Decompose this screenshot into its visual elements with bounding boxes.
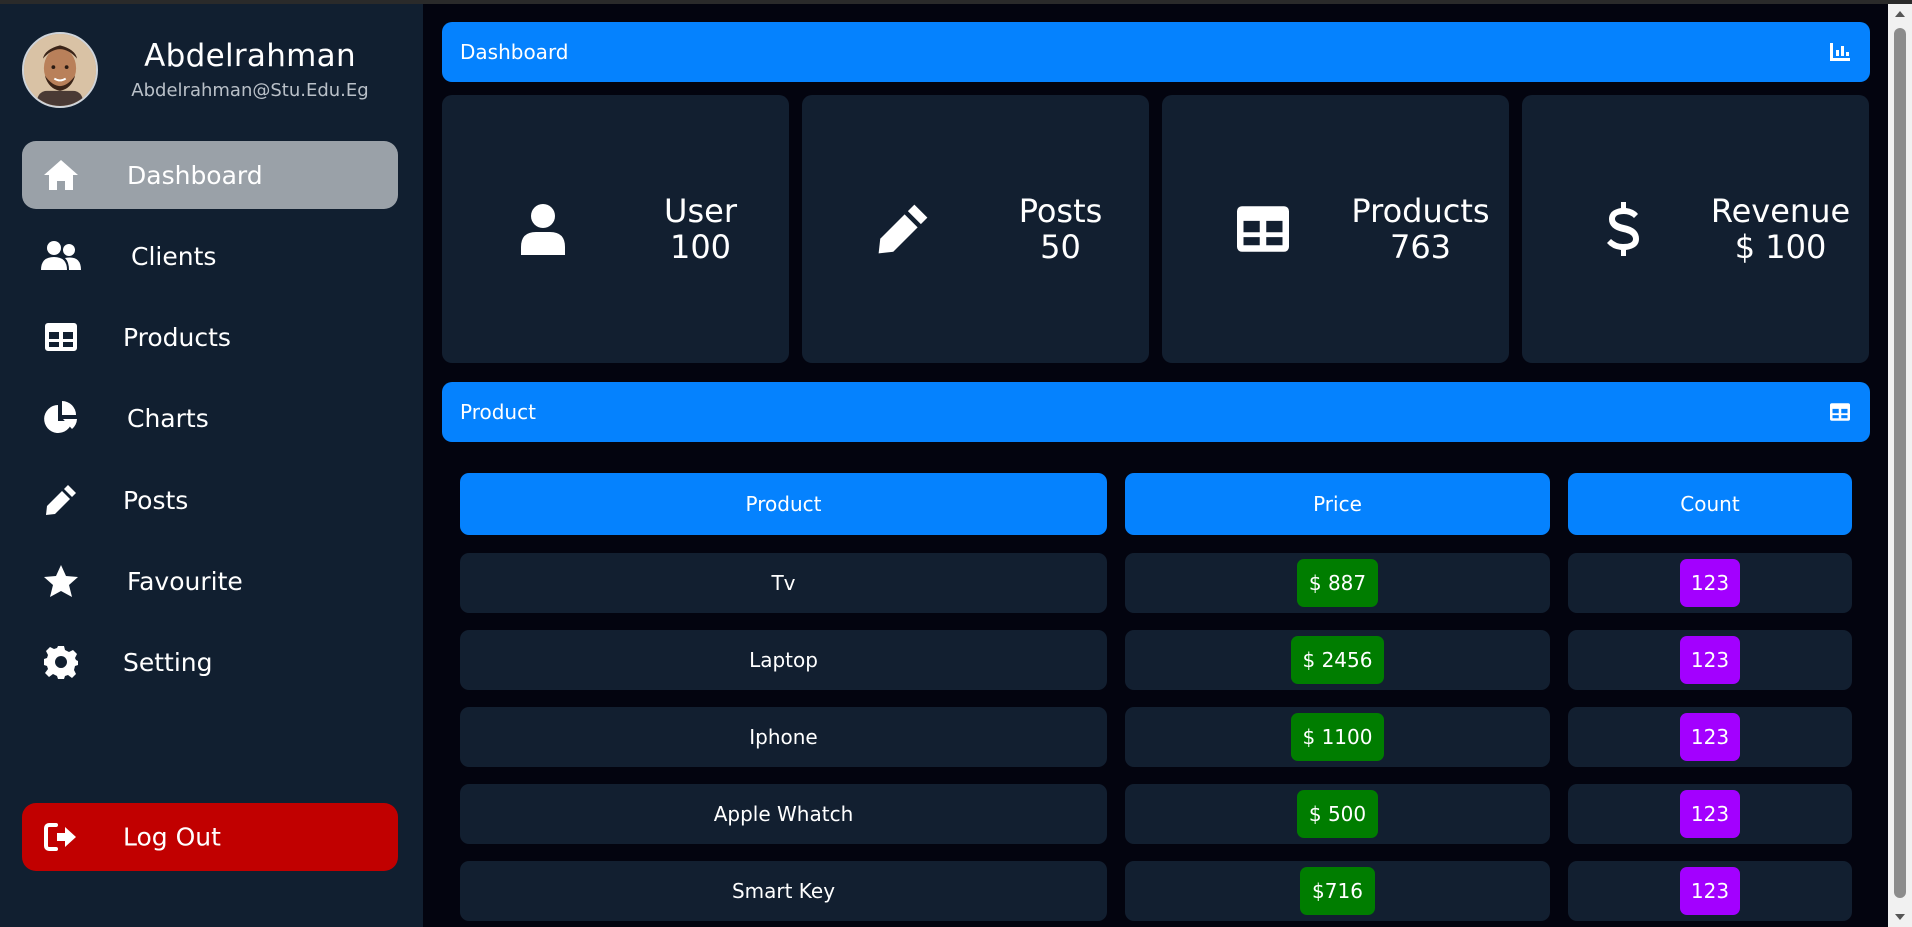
price-badge: $ 2456	[1290, 636, 1385, 684]
product-section-title: Product	[460, 400, 536, 424]
user-icon	[512, 198, 574, 260]
sidebar-item-charts[interactable]: Charts	[22, 384, 398, 452]
table-icon	[40, 317, 82, 357]
table-cell-product: Smart Key	[460, 861, 1107, 921]
stat-value: $ 100	[1734, 228, 1827, 266]
pie-chart-icon	[40, 398, 82, 438]
table-cell-price: $ 1100	[1125, 707, 1550, 767]
table-cell-count: 123	[1568, 784, 1852, 844]
table-cell-product: Iphone	[460, 707, 1107, 767]
count-badge: 123	[1679, 713, 1741, 761]
avatar[interactable]	[22, 32, 98, 108]
table-cell-product: Laptop	[460, 630, 1107, 690]
dashboard-title: Dashboard	[460, 40, 569, 64]
sidebar-item-label: Posts	[123, 485, 189, 515]
column-header-product[interactable]: Product	[460, 473, 1107, 535]
stat-label: User	[664, 192, 737, 230]
stat-value: 763	[1389, 228, 1452, 266]
product-header-bar: Product	[442, 382, 1870, 442]
table-cell-price: $ 2456	[1125, 630, 1550, 690]
sidebar-item-label: Favourite	[127, 566, 243, 596]
dollar-icon	[1592, 198, 1654, 260]
sidebar-item-label: Dashboard	[127, 160, 263, 190]
stat-value: 50	[1040, 228, 1081, 266]
table-cell-product: Tv	[460, 553, 1107, 613]
table-cell-count: 123	[1568, 553, 1852, 613]
table-cell-price: $716	[1125, 861, 1550, 921]
sidebar: Abdelrahman Abdelrahman@Stu.Edu.Eg Dashb…	[0, 4, 423, 927]
stat-label: Revenue	[1710, 192, 1851, 230]
count-badge: 123	[1679, 867, 1741, 915]
table-cell-count: 123	[1568, 861, 1852, 921]
stat-value: 100	[669, 228, 732, 266]
table-icon	[1232, 198, 1294, 260]
profile: Abdelrahman Abdelrahman@Stu.Edu.Eg	[22, 28, 402, 108]
logout-label: Log Out	[123, 822, 221, 852]
scroll-down-arrow-icon[interactable]	[1888, 907, 1912, 927]
pencil-icon	[40, 480, 82, 520]
price-badge: $716	[1300, 867, 1375, 915]
sidebar-item-label: Clients	[131, 241, 217, 271]
table-cell-product: Apple Whatch	[460, 784, 1107, 844]
count-badge: 123	[1679, 559, 1741, 607]
sidebar-item-clients[interactable]: Clients	[22, 222, 398, 290]
table-icon[interactable]	[1828, 401, 1852, 423]
stat-label: Products	[1351, 192, 1490, 230]
stat-card-revenue: Revenue $ 100	[1522, 95, 1869, 363]
sidebar-item-dashboard[interactable]: Dashboard	[22, 141, 398, 209]
table-cell-price: $ 500	[1125, 784, 1550, 844]
sidebar-item-label: Setting	[123, 647, 213, 677]
table-cell-price: $ 887	[1125, 553, 1550, 613]
column-header-price[interactable]: Price	[1125, 473, 1550, 535]
table-cell-count: 123	[1568, 707, 1852, 767]
count-badge: 123	[1679, 790, 1741, 838]
profile-name: Abdelrahman	[144, 38, 356, 74]
price-badge: $ 887	[1296, 559, 1379, 607]
scrollbar-thumb[interactable]	[1894, 28, 1906, 898]
count-badge: 123	[1679, 636, 1741, 684]
stat-card-user: User 100	[442, 95, 789, 363]
column-header-count[interactable]: Count	[1568, 473, 1852, 535]
price-badge: $ 500	[1296, 790, 1379, 838]
sidebar-item-label: Charts	[127, 403, 209, 433]
gear-icon	[40, 642, 82, 682]
scroll-up-arrow-icon[interactable]	[1888, 4, 1912, 24]
bar-chart-icon[interactable]	[1828, 41, 1852, 63]
sidebar-item-posts[interactable]: Posts	[22, 466, 398, 534]
home-icon	[40, 155, 82, 195]
stat-card-posts: Posts 50	[802, 95, 1149, 363]
sidebar-item-products[interactable]: Products	[22, 303, 398, 371]
table-cell-count: 123	[1568, 630, 1852, 690]
price-badge: $ 1100	[1290, 713, 1385, 761]
profile-email: Abdelrahman@Stu.Edu.Eg	[131, 80, 369, 101]
logout-button[interactable]: Log Out	[22, 803, 398, 871]
users-icon	[40, 236, 82, 276]
sidebar-item-setting[interactable]: Setting	[22, 628, 398, 696]
stat-card-products: Products 763	[1162, 95, 1509, 363]
sidebar-item-label: Products	[123, 322, 231, 352]
vertical-scrollbar[interactable]	[1888, 4, 1912, 927]
star-icon	[40, 561, 82, 601]
dashboard-header-bar: Dashboard	[442, 22, 1870, 82]
pencil-icon	[872, 198, 934, 260]
sidebar-item-favourite[interactable]: Favourite	[22, 547, 398, 615]
stat-label: Posts	[1018, 192, 1103, 230]
logout-icon	[40, 817, 82, 857]
